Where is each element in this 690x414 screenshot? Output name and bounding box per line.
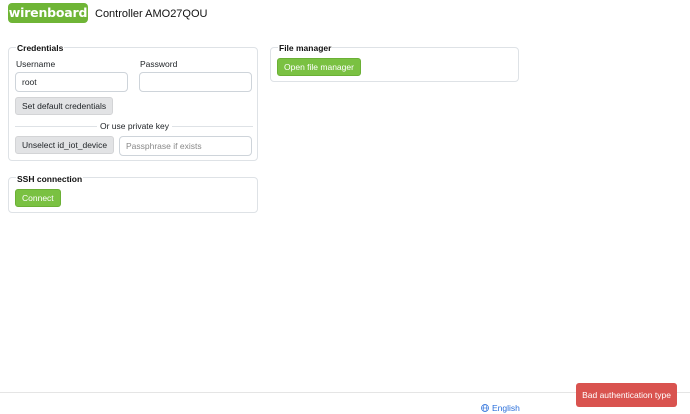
open-file-manager-button[interactable]: Open file manager [277, 58, 361, 76]
language-label: English [492, 403, 520, 413]
username-input[interactable] [15, 72, 128, 92]
credentials-card: Credentials Username Password Set defaul… [8, 43, 258, 161]
set-default-credentials-button[interactable]: Set default credentials [15, 97, 114, 115]
connect-button[interactable]: Connect [15, 189, 61, 207]
header: wirenboard Controller AMO27QOU [0, 0, 690, 30]
error-toast: Bad authentication type [576, 383, 677, 407]
page-title: Controller AMO27QOU [95, 8, 208, 20]
unselect-key-button[interactable]: Unselect id_iot_device [15, 136, 115, 154]
language-selector[interactable]: English [481, 403, 520, 413]
file-manager-card: File manager Open file manager [270, 43, 519, 82]
password-label: Password [140, 59, 178, 69]
credentials-title: Credentials [16, 43, 65, 53]
passphrase-input[interactable] [119, 136, 252, 156]
private-key-divider-text: Or use private key [97, 121, 172, 131]
globe-icon [481, 404, 489, 412]
ssh-connection-card: SSH connection Connect [8, 174, 258, 213]
password-input[interactable] [139, 72, 252, 92]
wirenboard-logo: wirenboard [8, 3, 88, 23]
username-label: Username [16, 59, 56, 69]
file-manager-title: File manager [278, 43, 333, 53]
ssh-connection-title: SSH connection [16, 174, 84, 184]
